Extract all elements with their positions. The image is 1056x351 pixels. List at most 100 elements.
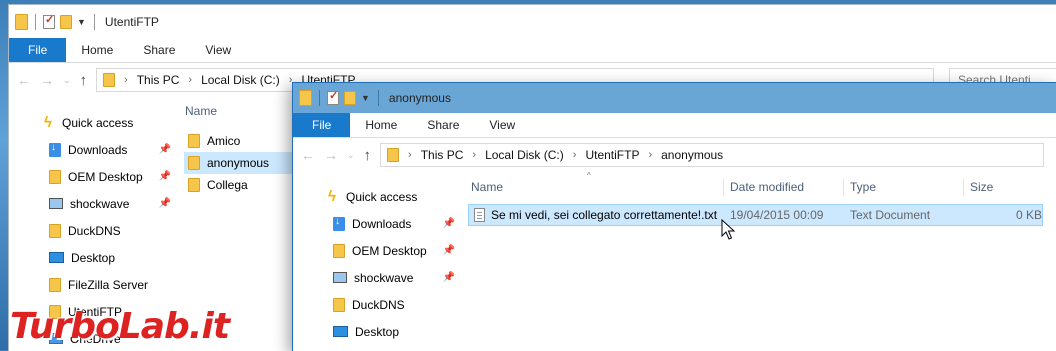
recent-locations-icon[interactable]: ⌄	[63, 75, 71, 86]
tab-view[interactable]: View	[190, 38, 246, 62]
file-list: Amico anonymous Collega	[184, 130, 294, 196]
sidebar-item-duckdns[interactable]: DuckDNS	[41, 217, 171, 244]
tab-home[interactable]: Home	[350, 113, 412, 137]
folder-icon	[49, 277, 61, 292]
tab-home[interactable]: Home	[66, 38, 128, 62]
pin-icon[interactable]: 📌	[443, 272, 455, 283]
tab-share[interactable]: Share	[128, 38, 190, 62]
column-header-size[interactable]: Size	[964, 178, 1044, 196]
chevron-right-icon: ›	[648, 149, 653, 161]
folder-name: Collega	[207, 178, 248, 192]
sidebar-item-desktop[interactable]: Desktop	[325, 318, 455, 345]
toolbar-divider	[35, 13, 36, 30]
up-arrow-icon[interactable]: ↑	[80, 72, 88, 89]
breadcrumb-utentiftp[interactable]: UtentiFTP	[585, 148, 639, 162]
sidebar-item-oem-desktop[interactable]: OEM Desktop 📌	[325, 237, 455, 264]
title-divider	[377, 90, 379, 106]
pin-icon[interactable]: 📌	[159, 198, 171, 209]
sidebar-item-quick-access[interactable]: ϟ Quick access	[41, 109, 171, 136]
column-header-date-modified[interactable]: Date modified	[724, 178, 844, 196]
folder-icon	[333, 243, 345, 258]
quick-access-toolbar: ▼	[299, 89, 370, 106]
list-item-folder-collega[interactable]: Collega	[184, 174, 294, 196]
pin-icon[interactable]: 📌	[443, 218, 455, 229]
lightning-icon: ϟ	[44, 114, 52, 131]
window-title: UtentiFTP	[104, 14, 159, 29]
tab-file[interactable]: File	[9, 38, 67, 62]
sidebar-item-downloads[interactable]: Downloads 📌	[41, 136, 171, 163]
sidebar-item-label: OEM Desktop	[68, 169, 143, 184]
sidebar-item-label: Quick access	[62, 115, 134, 130]
tab-view[interactable]: View	[474, 113, 530, 137]
up-arrow-icon[interactable]: ↑	[364, 147, 372, 164]
network-drive-icon	[333, 272, 347, 283]
sidebar-item-duckdns[interactable]: DuckDNS	[325, 291, 455, 318]
navigation-pane: ϟ Quick access Downloads 📌 OEM Desktop 📌…	[325, 183, 455, 345]
tab-share[interactable]: Share	[412, 113, 474, 137]
downloads-icon	[333, 216, 345, 231]
file-type: Text Document	[850, 208, 931, 222]
column-header-name[interactable]: Name	[468, 178, 724, 196]
sidebar-item-label: shockwave	[354, 270, 414, 285]
breadcrumb-this-pc[interactable]: This PC	[421, 148, 464, 162]
folder-icon	[188, 134, 200, 148]
folder-icon	[49, 169, 61, 184]
forward-arrow-icon[interactable]: →	[324, 147, 338, 163]
folder-icon	[299, 90, 312, 106]
list-item-folder-amico[interactable]: Amico	[184, 130, 294, 152]
sidebar-item-shockwave[interactable]: shockwave 📌	[41, 190, 171, 217]
list-item-folder-anonymous[interactable]: anonymous	[184, 152, 294, 174]
downloads-icon	[49, 142, 61, 157]
folder-icon	[103, 73, 116, 87]
column-headers: Name Date modified Type Size	[468, 178, 1044, 196]
sidebar-item-label: OEM Desktop	[352, 243, 427, 258]
new-folder-icon[interactable]	[344, 91, 356, 105]
properties-icon[interactable]	[43, 13, 55, 29]
properties-icon[interactable]	[327, 89, 339, 105]
column-header-type[interactable]: Type	[844, 178, 964, 196]
window-title: anonymous	[388, 91, 451, 105]
pin-icon[interactable]: 📌	[443, 245, 455, 256]
sidebar-item-label: Desktop	[355, 324, 400, 339]
sidebar-item-quick-access[interactable]: ϟ Quick access	[325, 183, 455, 210]
desktop-icon	[333, 326, 348, 337]
chevron-right-icon: ›	[408, 149, 412, 161]
breadcrumb-anonymous[interactable]: anonymous	[661, 148, 723, 162]
breadcrumb-this-pc[interactable]: This PC	[137, 73, 180, 87]
folder-icon	[188, 156, 200, 170]
customize-toolbar-dropdown-icon[interactable]: ▼	[77, 17, 86, 27]
file-name: Se mi vedi, sei collegato correttamente!…	[491, 208, 718, 222]
sidebar-item-desktop[interactable]: Desktop	[41, 244, 171, 271]
pin-icon[interactable]: 📌	[159, 171, 171, 182]
column-label: Name	[185, 104, 218, 118]
sidebar-item-downloads[interactable]: Downloads 📌	[325, 210, 455, 237]
text-file-icon	[474, 208, 485, 222]
address-bar[interactable]: › This PC › Local Disk (C:) › UtentiFTP …	[380, 143, 1045, 167]
back-arrow-icon[interactable]: ←	[301, 147, 315, 163]
back-arrow-icon[interactable]: ←	[17, 72, 31, 88]
sidebar-item-oem-desktop[interactable]: OEM Desktop 📌	[41, 163, 171, 190]
sidebar-item-filezilla-server[interactable]: FileZilla Server	[41, 271, 171, 298]
new-folder-icon[interactable]	[60, 14, 72, 29]
recent-locations-icon[interactable]: ⌄	[347, 150, 355, 161]
sidebar-item-label: Downloads	[68, 142, 128, 157]
file-date-modified: 19/04/2015 00:09	[730, 208, 824, 222]
sidebar-item-shockwave[interactable]: shockwave 📌	[325, 264, 455, 291]
customize-toolbar-dropdown-icon[interactable]: ▼	[361, 93, 370, 103]
forward-arrow-icon[interactable]: →	[40, 72, 54, 88]
folder-icon	[387, 148, 400, 162]
chevron-right-icon: ›	[124, 74, 128, 86]
title-divider	[93, 13, 95, 30]
pin-icon[interactable]: 📌	[159, 144, 171, 155]
folder-name: anonymous	[207, 156, 270, 170]
column-header-name[interactable]: Name	[185, 104, 217, 118]
breadcrumb-local-disk[interactable]: Local Disk (C:)	[201, 73, 280, 87]
tab-file[interactable]: File	[293, 113, 351, 137]
quick-access-toolbar: ▼	[15, 13, 86, 30]
breadcrumb-local-disk[interactable]: Local Disk (C:)	[485, 148, 564, 162]
sidebar-item-label: shockwave	[70, 196, 130, 211]
sidebar-item-label: Downloads	[352, 216, 412, 231]
network-drive-icon	[49, 198, 63, 209]
navigation-bar: ← → ⌄ ↑ › This PC › Local Disk (C:) › Ut…	[293, 138, 1056, 172]
table-row[interactable]: Se mi vedi, sei collegato correttamente!…	[468, 204, 1043, 226]
